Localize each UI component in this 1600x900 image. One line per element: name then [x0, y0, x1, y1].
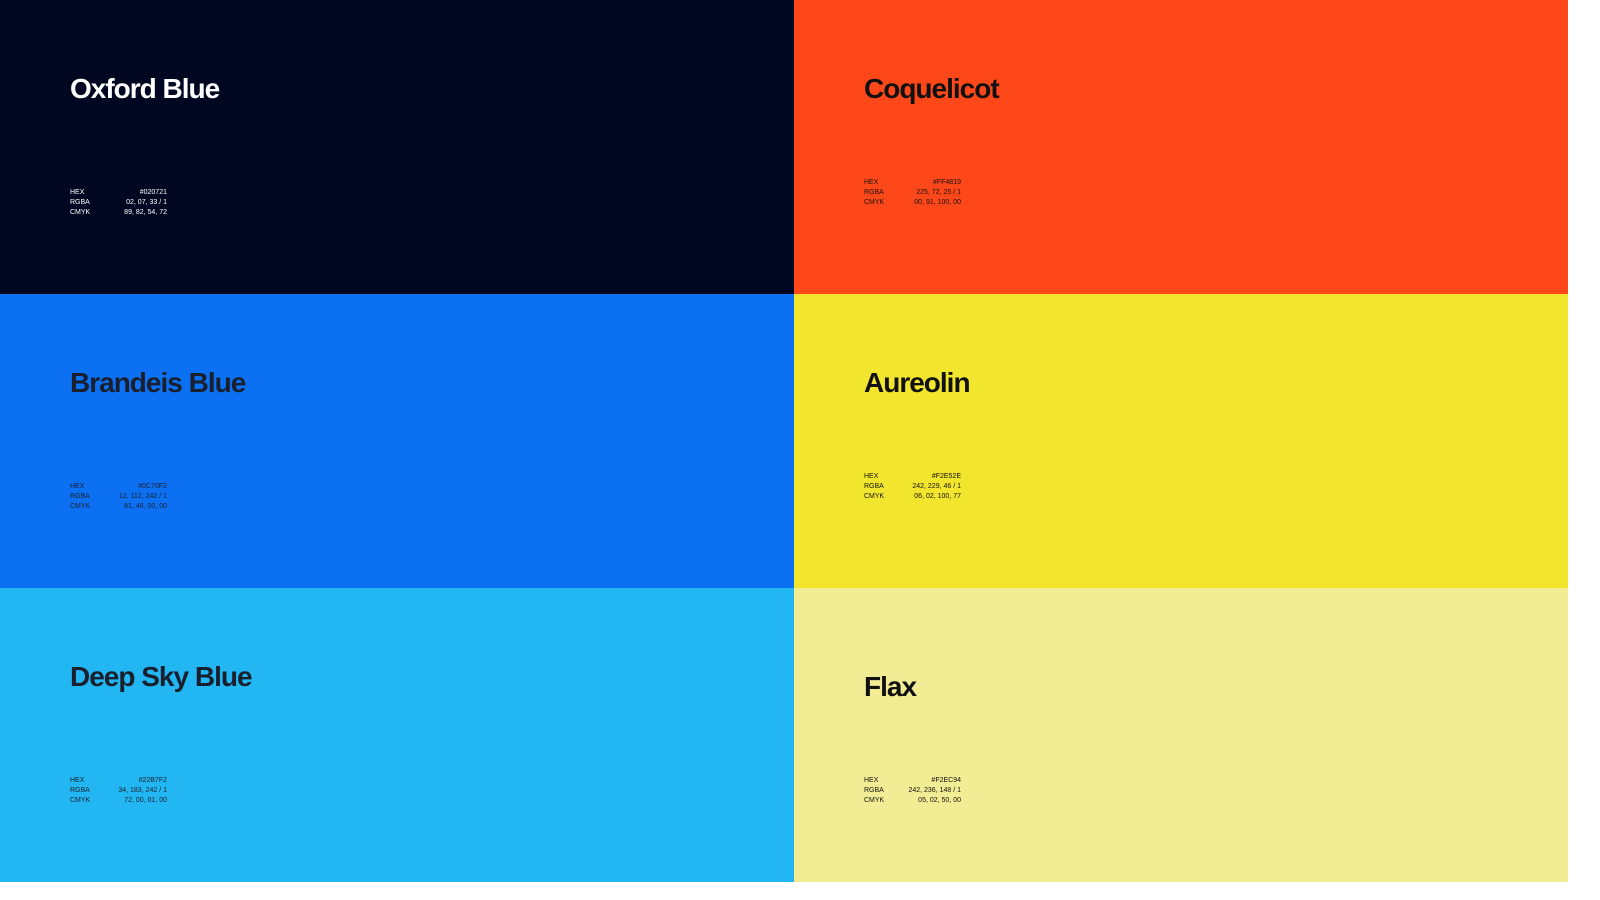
- spec-row-hex: HEX #FF4819: [864, 178, 961, 188]
- swatch-flax: Flax HEX #F2EC94 RGBA 242, 236, 148 / 1 …: [794, 588, 1568, 882]
- spec-row-cmyk: CMYK 06, 02, 100, 77: [864, 492, 961, 502]
- spec-label: RGBA: [864, 787, 884, 794]
- spec-label: RGBA: [864, 189, 884, 196]
- spec-label: HEX: [70, 483, 85, 490]
- spec-value: 34, 183, 242 / 1: [118, 787, 167, 794]
- spec-label: CMYK: [70, 797, 91, 804]
- spec-row-cmyk: CMYK 89, 82, 54, 72: [70, 208, 167, 218]
- spec-row-rgba: RGBA 242, 236, 148 / 1: [864, 786, 961, 796]
- spec-label: RGBA: [70, 199, 90, 206]
- spec-label: HEX: [864, 777, 879, 784]
- spec-value: #FF4819: [932, 179, 961, 186]
- spec-label: CMYK: [70, 209, 91, 216]
- swatch-name: Flax: [864, 671, 917, 702]
- spec-value: 00, 91, 100, 00: [914, 199, 961, 206]
- swatch-specs: HEX #020721 RGBA 02, 07, 33 / 1 CMYK 89,…: [70, 188, 167, 218]
- swatch-specs: HEX #FF4819 RGBA 225, 72, 25 / 1 CMYK 00…: [864, 178, 961, 208]
- spec-value: #22B7F2: [138, 777, 167, 784]
- swatch-aureolin: Aureolin HEX #F2E52E RGBA 242, 229, 46 /…: [794, 294, 1568, 588]
- swatch-deep-sky-blue: Deep Sky Blue HEX #22B7F2 RGBA 34, 183, …: [0, 588, 794, 882]
- spec-value: 89, 82, 54, 72: [124, 209, 167, 216]
- spec-row-hex: HEX #22B7F2: [70, 776, 167, 786]
- spec-value: 72, 00, 01, 00: [124, 797, 167, 804]
- spec-row-hex: HEX #F2E52E: [864, 472, 961, 482]
- spec-row-rgba: RGBA 225, 72, 25 / 1: [864, 188, 961, 198]
- spec-row-rgba: RGBA 02, 07, 33 / 1: [70, 198, 167, 208]
- spec-label: RGBA: [70, 493, 90, 500]
- spec-label: CMYK: [864, 199, 885, 206]
- spec-row-cmyk: CMYK 81, 46, 00, 00: [70, 502, 167, 512]
- spec-row-cmyk: CMYK 72, 00, 01, 00: [70, 796, 167, 806]
- spec-value: 242, 236, 148 / 1: [908, 787, 961, 794]
- spec-value: #020721: [139, 189, 167, 196]
- spec-value: 225, 72, 25 / 1: [916, 189, 961, 196]
- spec-row-hex: HEX #F2EC94: [864, 776, 961, 786]
- swatch-name: Oxford Blue: [70, 73, 220, 104]
- swatch-name: Coquelicot: [864, 73, 1000, 104]
- swatch-name: Deep Sky Blue: [70, 661, 253, 692]
- swatch-specs: HEX #F2EC94 RGBA 242, 236, 148 / 1 CMYK …: [864, 776, 961, 806]
- spec-row-rgba: RGBA 12, 112, 242 / 1: [70, 492, 167, 502]
- swatch-specs: HEX #22B7F2 RGBA 34, 183, 242 / 1 CMYK 7…: [70, 776, 167, 806]
- spec-label: CMYK: [864, 493, 885, 500]
- spec-value: 81, 46, 00, 00: [124, 503, 167, 510]
- spec-value: #0C70F2: [138, 483, 167, 490]
- spec-value: #F2EC94: [931, 777, 961, 784]
- swatch-coquelicot: Coquelicot HEX #FF4819 RGBA 225, 72, 25 …: [794, 0, 1568, 294]
- swatch-specs: HEX #0C70F2 RGBA 12, 112, 242 / 1 CMYK 8…: [70, 482, 167, 512]
- spec-value: 05, 02, 50, 00: [918, 797, 961, 804]
- spec-label: CMYK: [864, 797, 885, 804]
- spec-value: 12, 112, 242 / 1: [118, 493, 167, 500]
- spec-value: #F2E52E: [931, 473, 961, 480]
- spec-row-rgba: RGBA 34, 183, 242 / 1: [70, 786, 167, 796]
- spec-value: 242, 229, 46 / 1: [912, 483, 961, 490]
- swatch-specs: HEX #F2E52E RGBA 242, 229, 46 / 1 CMYK 0…: [864, 472, 961, 502]
- spec-value: 06, 02, 100, 77: [914, 493, 961, 500]
- swatch-name: Aureolin: [864, 367, 971, 398]
- spec-row-hex: HEX #0C70F2: [70, 482, 167, 492]
- spec-label: RGBA: [70, 787, 90, 794]
- spec-label: HEX: [70, 777, 85, 784]
- spec-label: RGBA: [864, 483, 884, 490]
- color-palette: Oxford Blue HEX #020721 RGBA 02, 07, 33 …: [0, 0, 1568, 882]
- spec-value: 02, 07, 33 / 1: [126, 199, 167, 206]
- spec-label: CMYK: [70, 503, 91, 510]
- spec-label: HEX: [864, 179, 879, 186]
- spec-label: HEX: [70, 189, 85, 196]
- swatch-oxford-blue: Oxford Blue HEX #020721 RGBA 02, 07, 33 …: [0, 0, 794, 294]
- spec-label: HEX: [864, 473, 879, 480]
- spec-row-hex: HEX #020721: [70, 188, 167, 198]
- spec-row-rgba: RGBA 242, 229, 46 / 1: [864, 482, 961, 492]
- spec-row-cmyk: CMYK 05, 02, 50, 00: [864, 796, 961, 806]
- swatch-name: Brandeis Blue: [70, 367, 246, 398]
- spec-row-cmyk: CMYK 00, 91, 100, 00: [864, 198, 961, 208]
- swatch-brandeis-blue: Brandeis Blue HEX #0C70F2 RGBA 12, 112, …: [0, 294, 794, 588]
